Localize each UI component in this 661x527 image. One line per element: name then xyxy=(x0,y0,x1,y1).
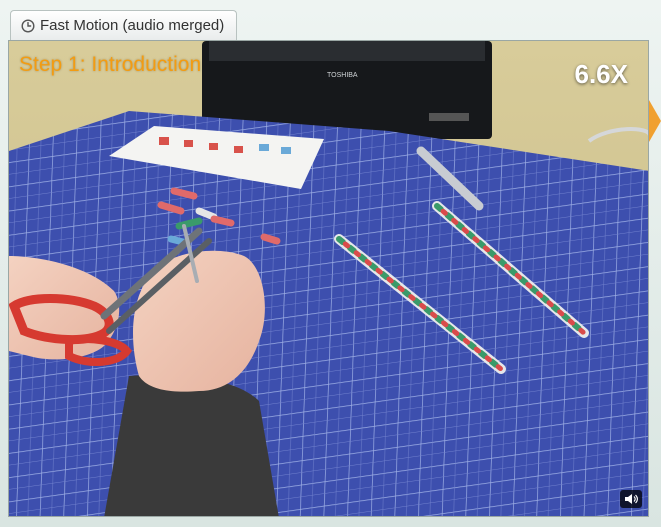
video-frame: TOSHIBA xyxy=(9,41,648,516)
sleeve xyxy=(104,374,279,516)
step-title: Step 1: Introduction xyxy=(19,53,202,76)
tv-brand: TOSHIBA xyxy=(327,72,358,79)
speed-label: 6.6X xyxy=(574,59,629,89)
fast-motion-tab[interactable]: Fast Motion (audio merged) xyxy=(10,10,238,40)
volume-button[interactable] xyxy=(620,490,642,508)
video-player[interactable]: TOSHIBA Step 1: Introduction 6.6X xyxy=(8,40,649,517)
lightbox-frame: Fast Motion (audio merged) TOSHIBA Step … xyxy=(0,0,661,527)
tab-label: Fast Motion (audio merged) xyxy=(40,17,225,34)
clock-icon xyxy=(21,18,35,33)
next-arrow-icon[interactable] xyxy=(649,100,661,142)
speaker-icon xyxy=(625,494,638,504)
